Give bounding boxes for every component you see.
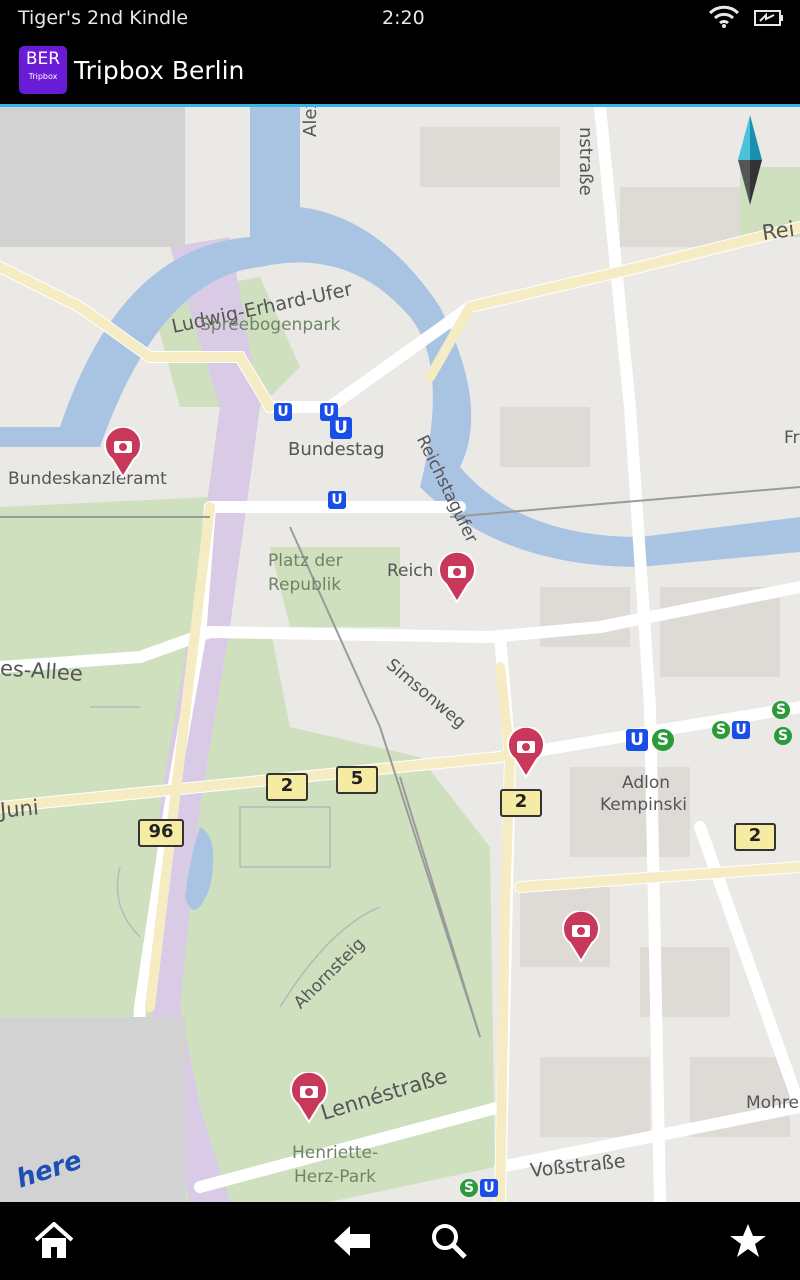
map-label-juni: Juni <box>0 795 40 823</box>
poi-camera-marker[interactable] <box>102 427 144 479</box>
map-label-spreebogenpark: Spreebogenpark <box>200 315 341 335</box>
bottom-nav-bar <box>0 1202 800 1280</box>
wifi-icon <box>708 5 740 34</box>
search-icon[interactable] <box>430 1222 470 1260</box>
map-label-henriette-2: Herz-Park <box>294 1167 377 1187</box>
sbahn-station-icon[interactable]: S <box>774 727 792 745</box>
map-label-reich: Reich <box>387 561 434 581</box>
map-label-mohre: Mohre <box>746 1093 799 1113</box>
home-icon[interactable] <box>34 1222 74 1260</box>
poi-camera-marker[interactable] <box>436 552 478 604</box>
device-name: Tiger's 2nd Kindle <box>18 7 189 29</box>
sbahn-station-icon[interactable]: S <box>772 701 790 719</box>
ubahn-station-icon[interactable]: U <box>328 491 346 509</box>
map-label-fr: Fr <box>784 428 800 448</box>
map-label-adlon-2: Kempinski <box>600 795 688 815</box>
map-label-bundestag: Bundestag <box>288 439 385 460</box>
poi-camera-marker[interactable] <box>288 1072 330 1124</box>
map-label-adlon-1: Adlon <box>622 773 671 793</box>
ubahn-station-icon[interactable]: U <box>274 403 292 421</box>
ubahn-station-icon[interactable]: U <box>732 721 750 739</box>
sbahn-station-icon[interactable]: S <box>652 729 674 751</box>
map-label-alexanderufer: Alexanderufer <box>300 107 321 137</box>
map-label-henriette-1: Henriette- <box>292 1143 379 1163</box>
compass-icon[interactable] <box>736 115 764 205</box>
map-view[interactable]: Alexanderufer Ludwig-Erhard-Ufer Spreebo… <box>0 107 800 1202</box>
clock: 2:20 <box>382 7 425 29</box>
battery-icon <box>754 9 784 32</box>
ubahn-station-icon[interactable]: U <box>480 1179 498 1197</box>
favorites-icon[interactable] <box>728 1222 768 1260</box>
back-icon[interactable] <box>332 1222 372 1260</box>
route-shield: 5 <box>336 766 378 794</box>
ubahn-station-icon[interactable]: U <box>330 417 352 439</box>
app-logo-subtitle: Tripbox <box>28 72 58 81</box>
route-shield: 2 <box>734 823 776 851</box>
app-title: Tripbox Berlin <box>74 56 245 85</box>
map-label-platz-der-republik-1: Platz der <box>268 551 343 571</box>
app-logo[interactable]: BER Tripbox <box>19 46 67 94</box>
route-shield: 2 <box>500 789 542 817</box>
map-label-platz-der-republik-2: Republik <box>268 575 342 595</box>
app-logo-code: BER <box>25 49 61 69</box>
app-bar: BER Tripbox Tripbox Berlin <box>0 36 800 107</box>
route-shield: 2 <box>266 773 308 801</box>
map-loading-tile <box>0 107 185 247</box>
poi-camera-marker[interactable] <box>560 911 602 963</box>
map-label-rei: Rei <box>760 216 796 246</box>
route-shield: 96 <box>138 819 184 847</box>
ubahn-station-icon[interactable]: U <box>626 729 648 751</box>
poi-camera-marker[interactable] <box>505 727 547 779</box>
status-bar: Tiger's 2nd Kindle 2:20 <box>0 0 800 36</box>
sbahn-station-icon[interactable]: S <box>460 1179 478 1197</box>
map-label-nstrasse: nstraße <box>575 127 596 196</box>
sbahn-station-icon[interactable]: S <box>712 721 730 739</box>
